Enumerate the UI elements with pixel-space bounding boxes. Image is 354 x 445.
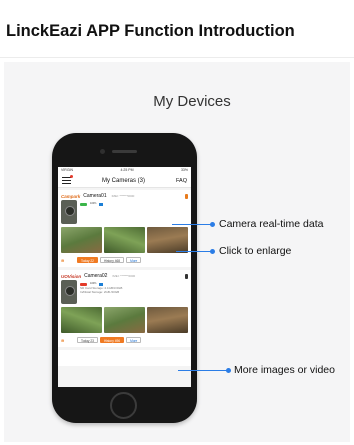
- photo-thumbnail[interactable]: [147, 307, 188, 333]
- signal-icon: [185, 193, 188, 199]
- more-button[interactable]: More: [126, 257, 142, 263]
- photo-thumbnail[interactable]: [104, 307, 145, 333]
- photo-strip: [61, 307, 188, 333]
- more-button[interactable]: More: [126, 337, 142, 343]
- page-header: LinckEazi APP Function Introduction: [0, 0, 354, 58]
- callout-more-media: More images or video: [234, 364, 335, 376]
- wifi-icon: ≋: [61, 257, 65, 263]
- callout-line: [176, 251, 212, 252]
- phone-screen: VIRGIN 4:25 PM 33% My Cameras (3) FAQ Ca…: [58, 167, 191, 387]
- status-battery: 33%: [180, 168, 188, 172]
- camera-info: 100%: [80, 200, 188, 225]
- callout-line: [178, 370, 228, 371]
- page-title: LinckEazi APP Function Introduction: [6, 22, 295, 40]
- callout-click-enlarge: Click to enlarge: [219, 245, 292, 257]
- faq-link[interactable]: FAQ: [176, 178, 187, 184]
- today-button[interactable]: Today 23: [77, 337, 98, 343]
- front-camera-icon: [100, 149, 105, 154]
- callout-dot: [226, 368, 231, 373]
- internal-storage: In/Distal Storage: 2GB /20GB: [80, 290, 120, 294]
- callout-dot: [210, 249, 215, 254]
- status-bar: VIRGIN 4:25 PM 33%: [58, 167, 191, 174]
- camera-name: Camera01: [83, 193, 107, 199]
- signal-icon: [185, 273, 188, 279]
- nav-title: My Cameras (3): [101, 177, 145, 184]
- camera-card[interactable]: [58, 350, 191, 366]
- photo-thumbnail[interactable]: [61, 227, 102, 253]
- camera-card[interactable]: UOVision Camera02 IMEI: *******0000 100%…: [58, 270, 191, 347]
- camera-card[interactable]: Campark Camera01 IMEI: *******0000 100%: [58, 190, 191, 267]
- history-button[interactable]: History 468: [99, 257, 125, 263]
- camera-brand: UOVision: [61, 273, 82, 279]
- camera-info: 100% SD Card Storage: 2.1GB/3.6GB In/Dis…: [80, 280, 188, 305]
- callout-dot: [210, 222, 215, 227]
- status-carrier: VIRGIN: [61, 168, 74, 172]
- camera-thumbnail: [61, 200, 77, 224]
- camera-thumbnail: [61, 280, 77, 304]
- camera-imei: IMEI: *******0000: [112, 274, 136, 278]
- camera-brand: Campark: [61, 193, 81, 199]
- battery-level: 100%: [90, 202, 97, 205]
- callout-realtime-data: Camera real-time data: [219, 218, 324, 230]
- today-button[interactable]: Today 22: [77, 257, 98, 263]
- photo-strip: [61, 227, 188, 253]
- history-button[interactable]: History 496: [99, 337, 125, 343]
- section-title: My Devices: [153, 93, 231, 110]
- speaker-icon: [112, 150, 137, 153]
- home-button[interactable]: [110, 392, 137, 419]
- camera-imei: IMEI: *******0000: [111, 194, 135, 198]
- wifi-icon: ≋: [61, 337, 65, 343]
- photo-thumbnail[interactable]: [147, 227, 188, 253]
- app-navbar: My Cameras (3) FAQ: [58, 174, 191, 188]
- sd-card-icon: [99, 202, 104, 206]
- callout-line: [172, 224, 212, 225]
- battery-icon: [80, 202, 87, 206]
- menu-icon[interactable]: [62, 175, 73, 184]
- camera-name: Camera02: [84, 273, 108, 279]
- phone-mockup: VIRGIN 4:25 PM 33% My Cameras (3) FAQ Ca…: [52, 133, 197, 423]
- photo-thumbnail[interactable]: [61, 307, 102, 333]
- photo-thumbnail[interactable]: [104, 227, 145, 253]
- status-time: 4:25 PM: [120, 168, 134, 172]
